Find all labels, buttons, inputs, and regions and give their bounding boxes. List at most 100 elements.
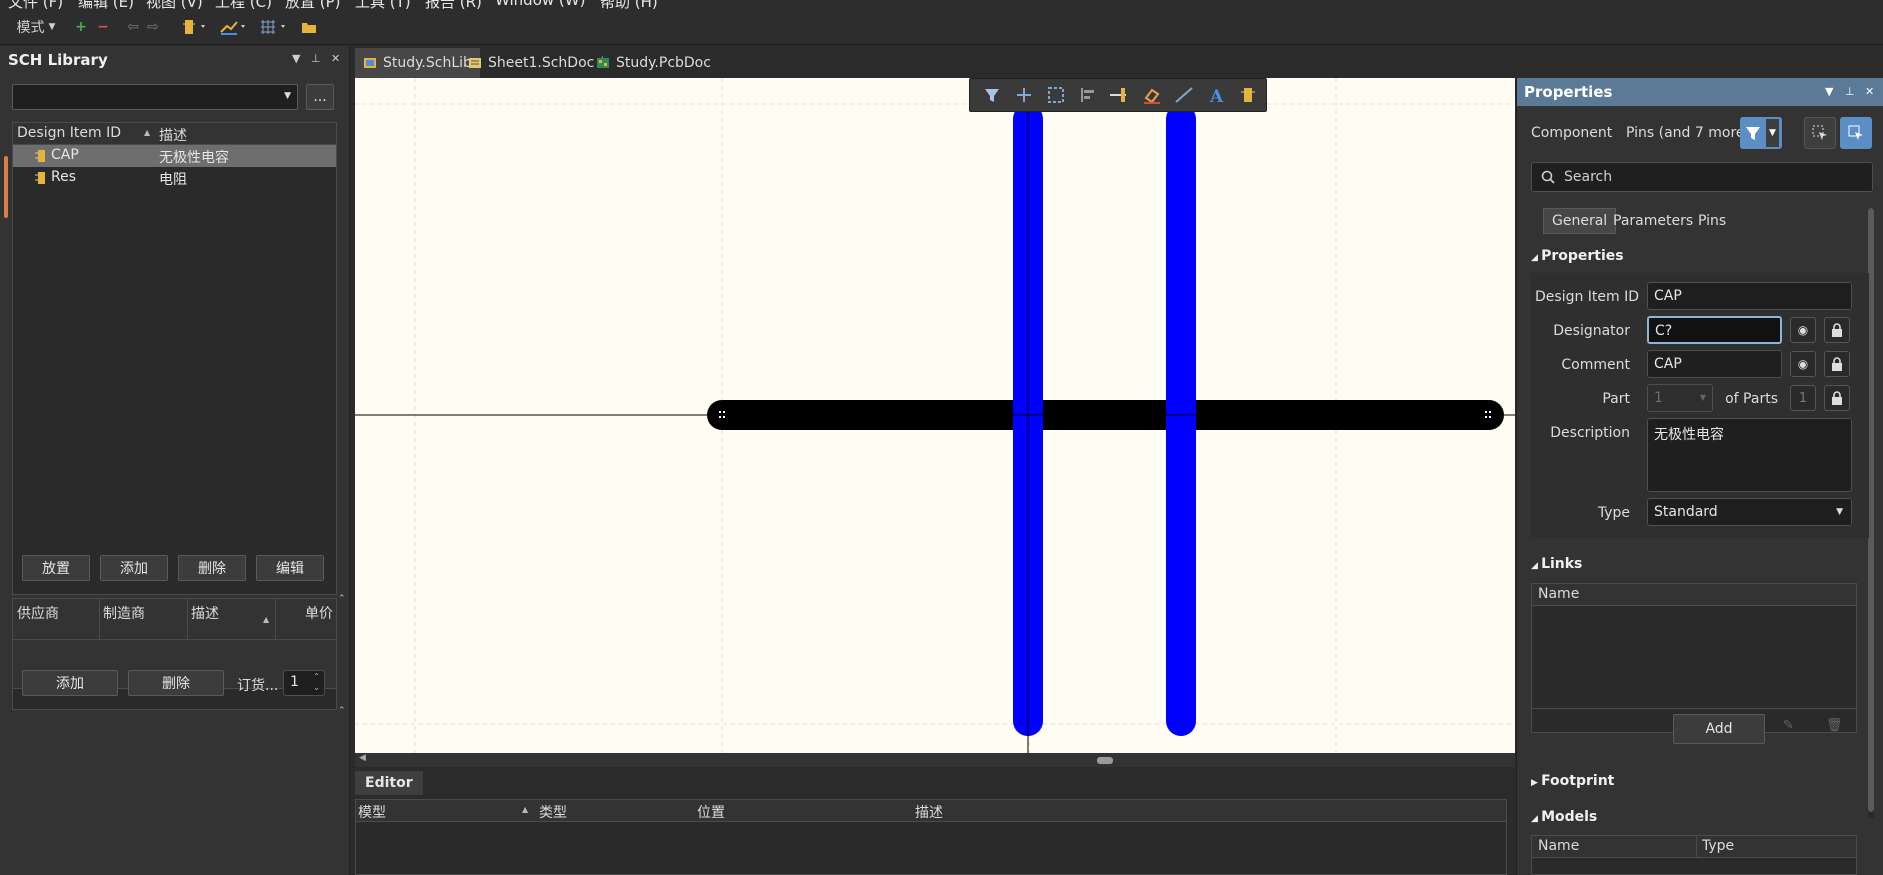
pin-icon[interactable]: ⊥ — [1845, 85, 1855, 98]
select-rect-icon[interactable] — [1040, 84, 1072, 106]
menu-file[interactable]: 文件 (F) — [8, 0, 63, 10]
scroll-left-icon[interactable]: ◀ — [359, 753, 366, 763]
menu-reports[interactable]: 报告 (R) — [425, 0, 482, 10]
stepper-arrows-icon[interactable]: ⌃ ⌄ — [313, 671, 320, 693]
design-item-id-label: Design Item ID — [1535, 289, 1640, 305]
mode-dropdown[interactable]: 模式 ▼ — [12, 16, 60, 38]
add-button[interactable]: 添加 — [100, 555, 168, 581]
edit-icon[interactable]: ✎ — [1783, 718, 1794, 733]
panel-menu-icon[interactable]: ▼ — [292, 52, 300, 65]
sch-library-panel: SCH Library ▼ ⊥ ✕ ▼ ... Design Item ID ▲… — [0, 46, 350, 875]
order-qty-value: 1 — [290, 674, 299, 690]
delete-button[interactable]: 删除 — [178, 555, 246, 581]
forward-icon[interactable]: ⇨ — [146, 16, 160, 38]
collapse-icon[interactable]: ⌃ — [338, 594, 346, 604]
filter-icon[interactable] — [976, 84, 1008, 106]
description-field[interactable]: 无极性电容 — [1647, 418, 1852, 492]
visibility-toggle[interactable]: ◉ — [1790, 351, 1816, 377]
tab-editor[interactable]: Editor — [355, 771, 423, 795]
column-model[interactable]: 模型 — [358, 802, 386, 822]
lock-toggle[interactable] — [1824, 351, 1850, 377]
edit-button[interactable]: 编辑 — [256, 555, 324, 581]
column-type[interactable]: Type — [1702, 838, 1734, 854]
column-unit-price[interactable]: 单价 — [305, 603, 333, 623]
back-icon[interactable]: ⇦ — [126, 16, 140, 38]
collapse-icon[interactable]: ⌃ — [338, 706, 346, 716]
menu-edit[interactable]: 编辑 (E) — [78, 0, 134, 10]
type-label: Type — [1597, 505, 1630, 521]
supplier-add-button[interactable]: 添加 — [22, 670, 118, 696]
supplier-delete-button[interactable]: 删除 — [128, 670, 224, 696]
line-icon[interactable] — [1168, 84, 1200, 106]
component-row-res[interactable]: Res 电阻 — [13, 167, 336, 189]
component-icon[interactable] — [182, 16, 210, 38]
filter-dropdown[interactable]: ▼ — [1740, 117, 1782, 149]
horizontal-scrollbar[interactable]: ◀ — [355, 753, 1515, 767]
column-location[interactable]: 位置 — [697, 802, 725, 822]
select-mode-button[interactable] — [1804, 117, 1836, 149]
menu-tools[interactable]: 工具 (T) — [355, 0, 411, 10]
close-icon[interactable]: ✕ — [331, 52, 340, 65]
column-type[interactable]: 类型 — [539, 802, 567, 822]
part-icon[interactable] — [1232, 84, 1264, 106]
section-properties[interactable]: ◢ Properties — [1531, 248, 1624, 264]
column-description[interactable]: 描述 — [191, 603, 219, 623]
column-supplier[interactable]: 供应商 — [17, 603, 59, 623]
eraser-icon[interactable] — [1136, 84, 1168, 106]
menu-project[interactable]: 工程 (C) — [215, 0, 272, 10]
description-label: Description — [1550, 425, 1630, 441]
column-description[interactable]: 描述 — [159, 125, 187, 145]
panel-menu-icon[interactable]: ▼ — [1825, 85, 1833, 98]
part-label: Part — [1602, 391, 1630, 407]
column-name[interactable]: Name — [1538, 838, 1579, 854]
close-icon[interactable]: ✕ — [1865, 85, 1874, 98]
section-models[interactable]: ◢ Models — [1531, 809, 1597, 825]
place-button[interactable]: 放置 — [22, 555, 90, 581]
text-icon[interactable]: A — [1200, 84, 1232, 106]
component-row-cap[interactable]: CAP 无极性电容 — [13, 145, 336, 167]
eye-icon: ◉ — [1797, 323, 1809, 337]
comment-field[interactable]: CAP — [1647, 350, 1782, 378]
links-add-button[interactable]: Add — [1673, 714, 1765, 744]
library-filter-combo[interactable]: ▼ — [12, 84, 298, 110]
menu-window[interactable]: Window (W) — [495, 0, 585, 9]
browse-button[interactable]: ... — [306, 84, 334, 110]
crosshair-icon[interactable] — [1008, 84, 1040, 106]
column-manufacturer[interactable]: 制造商 — [103, 603, 145, 623]
scroll-thumb[interactable] — [1097, 757, 1113, 764]
order-qty-stepper[interactable]: 1 ⌃ ⌄ — [283, 670, 325, 696]
select-mode-active-button[interactable] — [1840, 117, 1872, 149]
part-field[interactable]: 1 ▼ — [1647, 384, 1713, 412]
pin-icon[interactable]: ⊥ — [311, 52, 321, 65]
menu-place[interactable]: 放置 (P) — [285, 0, 341, 10]
schematic-canvas[interactable] — [355, 78, 1515, 753]
chart-icon[interactable] — [218, 16, 250, 38]
designator-field[interactable]: C? — [1647, 316, 1782, 344]
menu-help[interactable]: 帮助 (H) — [600, 0, 658, 10]
column-design-item-id[interactable]: Design Item ID — [17, 125, 121, 141]
remove-icon[interactable]: − — [96, 16, 110, 38]
visibility-toggle[interactable]: ◉ — [1790, 317, 1816, 343]
lock-toggle[interactable] — [1824, 385, 1850, 411]
section-links[interactable]: ◢ Links — [1531, 556, 1582, 572]
pin-place-icon[interactable] — [1104, 84, 1136, 106]
column-description[interactable]: 描述 — [915, 802, 943, 822]
menu-view[interactable]: 视图 (V) — [146, 0, 203, 10]
column-name[interactable]: Name — [1538, 586, 1579, 602]
folder-icon[interactable] — [300, 16, 318, 38]
grid-header: 模型 ▲ 类型 位置 描述 — [356, 800, 1506, 822]
trash-icon[interactable]: 🗑 — [1826, 718, 1843, 733]
tab-study-pcbdoc[interactable]: Study.PcbDoc — [588, 48, 719, 78]
tab-parameters[interactable]: Parameters — [1605, 208, 1701, 234]
scroll-indicator[interactable] — [4, 156, 8, 218]
add-icon[interactable]: + — [74, 16, 88, 38]
lock-toggle[interactable] — [1824, 317, 1850, 343]
search-input[interactable]: Search — [1531, 162, 1873, 192]
align-icon[interactable] — [1072, 84, 1104, 106]
section-footprint[interactable]: ▶ Footprint — [1531, 773, 1614, 789]
grid-icon[interactable] — [258, 16, 290, 38]
component-desc: 无极性电容 — [159, 150, 229, 166]
type-select[interactable]: Standard ▼ — [1647, 498, 1852, 526]
design-item-id-field[interactable]: CAP — [1647, 282, 1852, 310]
tab-pins[interactable]: Pins — [1690, 208, 1734, 234]
